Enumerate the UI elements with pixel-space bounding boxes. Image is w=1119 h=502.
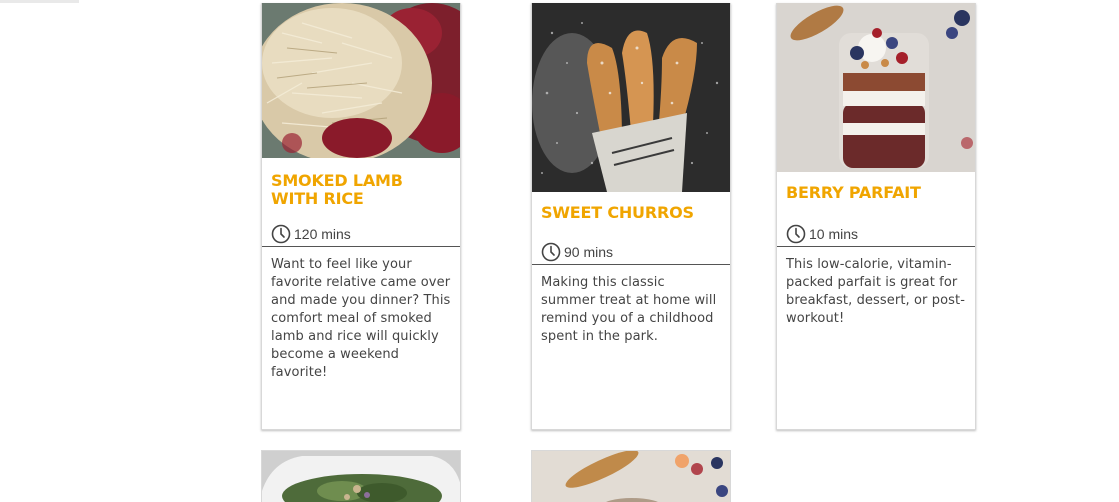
recipe-title[interactable]: SMOKED LAMB WITH RICE: [262, 172, 460, 208]
recipe-card-partial-4[interactable]: [261, 450, 461, 502]
clock-icon: [271, 224, 291, 244]
top-bar-fragment: [0, 0, 79, 3]
recipe-photo-berry-parfait[interactable]: [777, 3, 975, 172]
recipe-photo-partial-5[interactable]: [532, 451, 730, 502]
cook-time: 120 mins: [262, 222, 460, 247]
recipe-description: Making this classic summer treat at home…: [541, 275, 717, 344]
recipe-card-smoked-lamb[interactable]: SMOKED LAMB WITH RICE 120 mins Want to f…: [261, 3, 461, 430]
cook-time: 10 mins: [777, 222, 975, 247]
cook-time-value: 90 mins: [564, 244, 614, 260]
recipe-title[interactable]: BERRY PARFAIT: [777, 184, 975, 202]
recipe-description: This low-calorie, vitamin-packed parfait…: [786, 257, 965, 326]
cook-time-value: 120 mins: [294, 226, 351, 242]
recipe-photo-sweet-churros[interactable]: [532, 3, 730, 192]
recipe-photo-partial-4[interactable]: [262, 451, 460, 502]
recipe-card-berry-parfait[interactable]: BERRY PARFAIT 10 mins This low-calorie, …: [776, 3, 976, 430]
cook-time: 90 mins: [532, 240, 730, 265]
cook-time-value: 10 mins: [809, 226, 859, 242]
recipe-photo-smoked-lamb[interactable]: [262, 3, 460, 158]
recipe-title[interactable]: SWEET CHURROS: [532, 204, 730, 222]
recipe-description: Want to feel like your favorite relative…: [271, 257, 451, 380]
clock-icon: [786, 224, 806, 244]
recipe-card-partial-5[interactable]: [531, 450, 731, 502]
recipe-card-sweet-churros[interactable]: SWEET CHURROS 90 mins Making this classi…: [531, 3, 731, 430]
clock-icon: [541, 242, 561, 262]
